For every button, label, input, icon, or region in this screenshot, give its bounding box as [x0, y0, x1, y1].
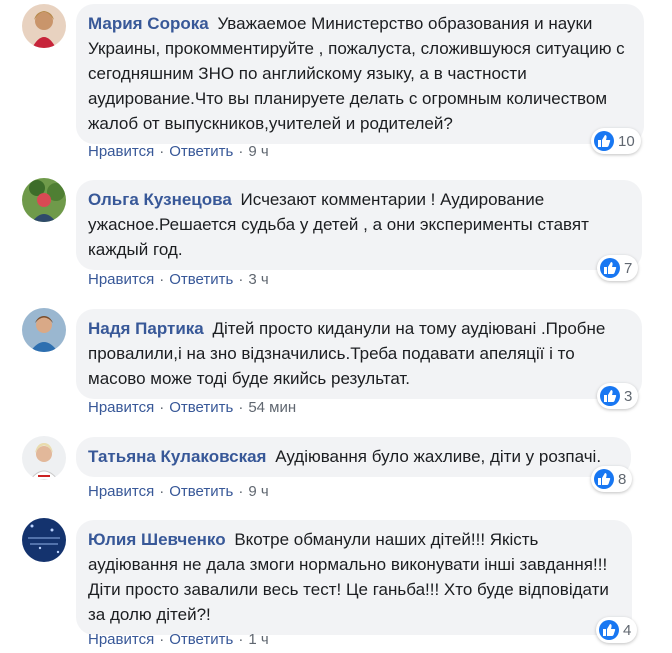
comment-time[interactable]: 3 ч [248, 271, 268, 288]
comment-time[interactable]: 9 ч [248, 143, 268, 160]
comment-bubble: Юлия Шевченко Вкотре обманули наших діте… [76, 520, 632, 635]
avatar[interactable] [22, 308, 66, 352]
separator: · [159, 399, 165, 416]
separator: · [238, 399, 244, 416]
like-icon [600, 386, 620, 406]
reply-button[interactable]: Ответить [169, 399, 233, 416]
avatar[interactable] [22, 518, 66, 562]
like-icon [594, 469, 614, 489]
comment-bubble: Надя Партика Дітей просто киданули на то… [76, 309, 642, 399]
reaction-count[interactable]: 3 [597, 383, 639, 409]
like-count: 10 [618, 132, 635, 150]
reply-button[interactable]: Ответить [169, 631, 233, 648]
like-button[interactable]: Нравится [88, 271, 154, 288]
separator: · [238, 483, 244, 500]
separator: · [159, 483, 165, 500]
comment-author[interactable]: Надя Партика [88, 319, 204, 338]
separator: · [238, 143, 244, 160]
avatar[interactable] [22, 436, 66, 480]
reaction-count[interactable]: 8 [591, 466, 633, 492]
like-count: 4 [623, 621, 632, 639]
comment-text: Аудіювання було жахливе, діти у розпачі. [275, 447, 602, 466]
separator: · [238, 631, 244, 648]
like-count: 3 [624, 387, 633, 405]
separator: · [159, 631, 165, 648]
reaction-count[interactable]: 4 [596, 617, 638, 643]
like-icon [600, 258, 620, 278]
comment-actions: Нравится · Ответить · 9 ч [88, 143, 269, 160]
like-icon [599, 620, 619, 640]
comment-actions: Нравится · Ответить · 9 ч [88, 483, 269, 500]
comment-author[interactable]: Мария Сорока [88, 14, 209, 33]
like-button[interactable]: Нравится [88, 399, 154, 416]
reaction-count[interactable]: 7 [597, 255, 639, 281]
comment-actions: Нравится · Ответить · 1 ч [88, 631, 269, 648]
reply-button[interactable]: Ответить [169, 143, 233, 160]
comment-bubble: Ольга Кузнецова Исчезают комментарии ! А… [76, 180, 642, 270]
comment-time[interactable]: 1 ч [248, 631, 268, 648]
like-button[interactable]: Нравится [88, 143, 154, 160]
comment-actions: Нравится · Ответить · 3 ч [88, 271, 269, 288]
comment-time[interactable]: 54 мин [248, 399, 296, 416]
like-button[interactable]: Нравится [88, 483, 154, 500]
comment-actions: Нравится · Ответить · 54 мин [88, 399, 296, 416]
avatar[interactable] [22, 4, 66, 48]
comment-bubble: Татьяна Кулаковская Аудіювання було жахл… [76, 437, 631, 477]
like-count: 7 [624, 259, 633, 277]
separator: · [159, 271, 165, 288]
comment-author[interactable]: Ольга Кузнецова [88, 190, 232, 209]
reply-button[interactable]: Ответить [169, 483, 233, 500]
separator: · [159, 143, 165, 160]
like-button[interactable]: Нравится [88, 631, 154, 648]
comment-time[interactable]: 9 ч [248, 483, 268, 500]
comment-author[interactable]: Юлия Шевченко [88, 530, 226, 549]
reply-button[interactable]: Ответить [169, 271, 233, 288]
reaction-count[interactable]: 10 [591, 128, 641, 154]
like-icon [594, 131, 614, 151]
avatar[interactable] [22, 178, 66, 222]
comment-author[interactable]: Татьяна Кулаковская [88, 447, 266, 466]
like-count: 8 [618, 470, 627, 488]
separator: · [238, 271, 244, 288]
comment-bubble: Мария Сорока Уважаемое Министерство обра… [76, 4, 644, 144]
